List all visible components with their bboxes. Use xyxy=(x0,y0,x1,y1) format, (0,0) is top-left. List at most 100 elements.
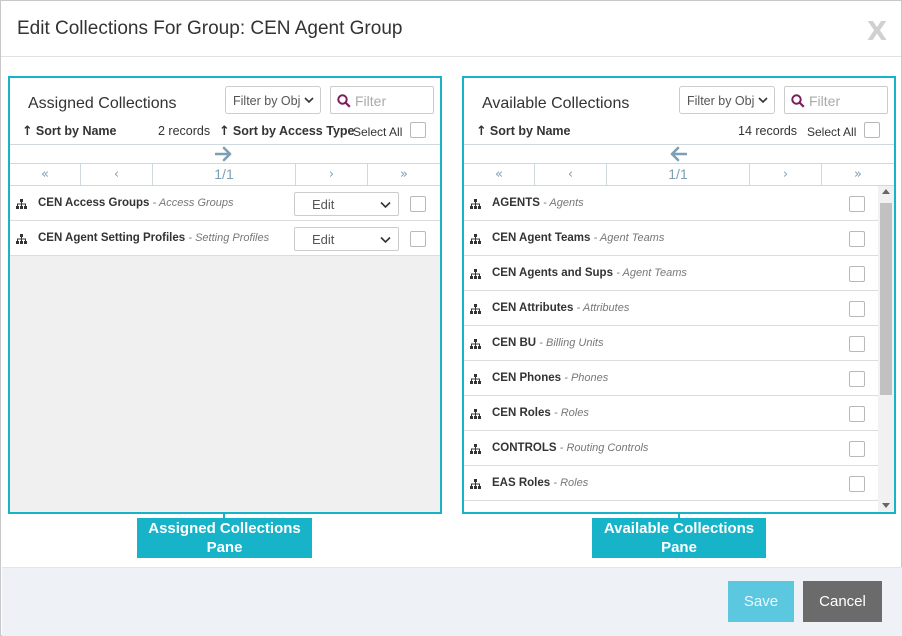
row-checkbox[interactable] xyxy=(849,266,865,282)
row-checkbox[interactable] xyxy=(849,301,865,317)
list-item[interactable]: CEN Phones - Phones xyxy=(464,361,878,396)
list-item[interactable]: EAS Roles - Roles xyxy=(464,466,878,501)
collection-name: EAS Roles - Roles xyxy=(492,477,589,489)
pager-page: 1/1 xyxy=(153,164,296,186)
list-item[interactable]: CONTROLS - Routing Controls xyxy=(464,431,878,466)
chevron-down-icon xyxy=(380,236,391,244)
collection-name: CEN Agent Setting Profiles - Setting Pro… xyxy=(38,232,270,244)
pager-prev[interactable]: ‹ xyxy=(535,164,607,186)
available-sort-by-name-label: Sort by Name xyxy=(489,124,571,138)
callout-line-1: Assigned Collections xyxy=(148,520,301,537)
cancel-button[interactable]: Cancel xyxy=(803,581,882,622)
assigned-record-count: 2 records xyxy=(158,124,211,138)
assigned-sort-bar: ↑ Sort by Name 2 records ↑ Sort by Access … xyxy=(10,122,440,144)
scroll-up-icon[interactable] xyxy=(882,189,890,194)
available-list-scrollbar[interactable] xyxy=(878,186,894,512)
pager-next[interactable]: › xyxy=(296,164,368,186)
available-pane-title: Available Collections xyxy=(482,95,630,112)
available-select-all-checkbox[interactable] xyxy=(864,122,880,138)
search-icon xyxy=(791,94,805,108)
arrow-up-icon: ↑ xyxy=(22,124,33,139)
pager-page: 1/1 xyxy=(607,164,750,186)
access-type-select[interactable]: Edit xyxy=(294,227,399,251)
list-item[interactable]: CEN BU - Billing Units xyxy=(464,326,878,361)
list-item[interactable]: CEN Agent Teams - Agent Teams xyxy=(464,221,878,256)
hierarchy-icon xyxy=(470,339,481,349)
row-checkbox[interactable] xyxy=(849,441,865,457)
collection-name: CEN Access Groups - Access Groups xyxy=(38,197,234,209)
save-button[interactable]: Save xyxy=(728,581,794,622)
hierarchy-icon xyxy=(470,269,481,279)
chevron-down-icon xyxy=(758,97,768,104)
assigned-list: CEN Access Groups - Access Groups Edit C… xyxy=(10,186,440,512)
search-icon xyxy=(337,94,351,108)
row-checkbox[interactable] xyxy=(849,406,865,422)
hierarchy-icon xyxy=(470,304,481,314)
available-filter-select[interactable]: Filter by Obj xyxy=(679,86,775,114)
pager-first[interactable]: « xyxy=(10,164,81,186)
list-item[interactable]: CEN Roles - Roles xyxy=(464,396,878,431)
available-filter-input[interactable]: Filter xyxy=(784,86,888,114)
close-icon[interactable]: X xyxy=(867,19,887,45)
assigned-select-all-label: Select All xyxy=(353,125,403,139)
scrollbar-thumb[interactable] xyxy=(880,203,892,395)
row-checkbox[interactable] xyxy=(849,476,865,492)
row-checkbox[interactable] xyxy=(849,196,865,212)
list-item[interactable]: CEN Attributes - Attributes xyxy=(464,291,878,326)
pager-first[interactable]: « xyxy=(464,164,535,186)
access-type-select[interactable]: Edit xyxy=(294,192,399,216)
arrow-up-icon: ↑ xyxy=(476,124,487,139)
scroll-down-icon[interactable] xyxy=(882,503,890,508)
list-item[interactable]: CEN Agents and Sups - Agent Teams xyxy=(464,256,878,291)
row-checkbox[interactable] xyxy=(849,336,865,352)
collection-name: CEN Agents and Sups - Agent Teams xyxy=(492,267,687,279)
available-record-count: 14 records xyxy=(738,124,798,138)
available-filter-select-value: Filter by Obj xyxy=(687,94,755,108)
callout-line-1: Available Collections xyxy=(603,520,755,537)
hierarchy-icon xyxy=(470,444,481,454)
callout-line-2: Pane xyxy=(661,539,697,556)
pager-next[interactable]: › xyxy=(750,164,822,186)
collection-name: AGENTS - Agents xyxy=(492,197,584,209)
arrow-right-icon[interactable] xyxy=(215,146,233,162)
hierarchy-icon xyxy=(470,409,481,419)
collection-name: CEN BU - Billing Units xyxy=(492,337,604,349)
assigned-select-all-checkbox[interactable] xyxy=(410,122,426,138)
available-list: AGENTS - Agents CEN Agent Teams - Agent T… xyxy=(464,186,878,512)
row-checkbox[interactable] xyxy=(410,196,426,212)
available-pager: « ‹ 1/1 › » xyxy=(464,164,894,186)
collection-name: CEN Phones - Phones xyxy=(492,372,609,384)
pager-prev[interactable]: ‹ xyxy=(81,164,153,186)
list-item[interactable]: AGENTS - Agents xyxy=(464,186,878,221)
collection-name: CEN Attributes - Attributes xyxy=(492,302,630,314)
assigned-filter-input[interactable]: Filter xyxy=(330,86,434,114)
assigned-collections-pane: Assigned Collections Filter by Obj Filte… xyxy=(8,76,442,514)
list-item[interactable]: CEN Agent Setting Profiles - Setting Pro… xyxy=(10,221,440,256)
pager-last[interactable]: » xyxy=(368,164,440,186)
row-checkbox[interactable] xyxy=(849,371,865,387)
hierarchy-icon xyxy=(470,374,481,384)
assigned-filter-select[interactable]: Filter by Obj xyxy=(225,86,321,114)
hierarchy-icon xyxy=(470,234,481,244)
assigned-sort-by-access[interactable]: ↑ Sort by Access Type xyxy=(219,124,354,139)
dialog-footer: Save Cancel xyxy=(2,567,902,636)
callout-line-2: Pane xyxy=(206,539,243,556)
chevron-down-icon xyxy=(304,97,314,104)
dialog-header: Edit Collections For Group: CEN Agent Gr… xyxy=(1,1,901,57)
available-sort-bar: ↑ Sort by Name 14 records Select All xyxy=(464,122,894,144)
assigned-pager: « ‹ 1/1 › » xyxy=(10,164,440,186)
collection-name: CONTROLS - Routing Controls xyxy=(492,442,649,454)
row-checkbox[interactable] xyxy=(849,231,865,247)
list-item[interactable]: CEN Access Groups - Access Groups Edit xyxy=(10,186,440,221)
collection-name: CEN Roles - Roles xyxy=(492,407,589,419)
available-collections-pane: Available Collections Filter by Obj Filt… xyxy=(462,76,896,514)
pager-last[interactable]: » xyxy=(822,164,894,186)
assigned-filter-placeholder: Filter xyxy=(355,93,387,109)
assigned-move-bar xyxy=(10,144,440,164)
assigned-sort-by-name[interactable]: ↑ Sort by Name xyxy=(22,124,117,139)
collection-name: CEN Agent Teams - Agent Teams xyxy=(492,232,665,244)
arrow-left-icon[interactable] xyxy=(669,146,687,162)
row-checkbox[interactable] xyxy=(410,231,426,247)
available-sort-by-name[interactable]: ↑ Sort by Name xyxy=(476,124,571,139)
available-move-bar xyxy=(464,144,894,164)
